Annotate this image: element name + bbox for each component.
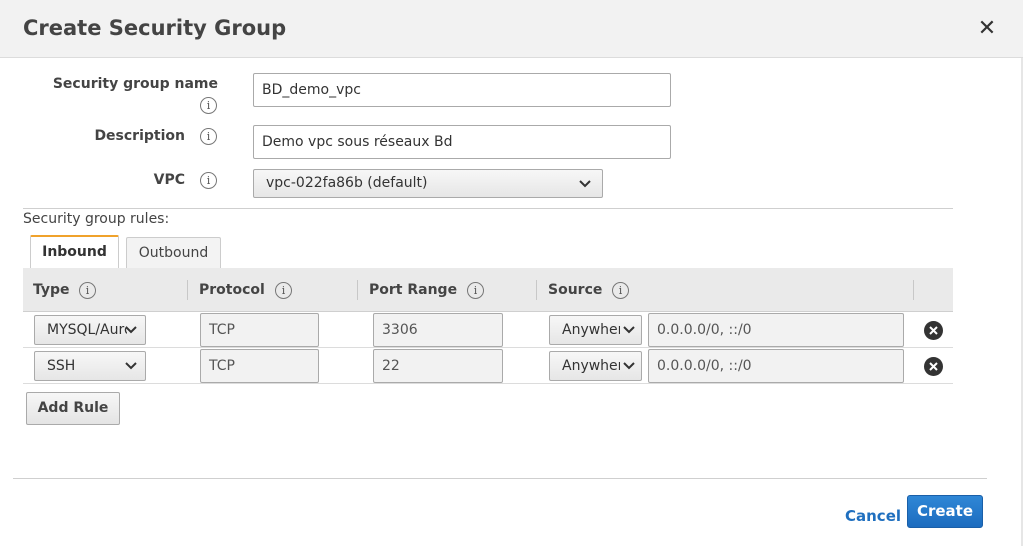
description-input[interactable]: Demo vpc sous réseaux Bd xyxy=(253,125,671,159)
rule-source-type-value: Anywhere xyxy=(562,322,620,338)
column-header-type: Type xyxy=(33,282,70,298)
vpc-select-value: vpc-022fa86b (default) xyxy=(266,175,428,191)
footer-divider xyxy=(13,478,987,479)
rule-port-range-field[interactable]: 3306 xyxy=(373,313,503,347)
chevron-down-icon xyxy=(623,362,635,370)
rules-section-label: Security group rules: xyxy=(23,211,170,227)
info-icon[interactable]: i xyxy=(200,97,217,114)
info-icon[interactable]: i xyxy=(79,282,96,299)
rule-source-field[interactable]: 0.0.0.0/0, ::/0 xyxy=(648,313,904,347)
info-icon[interactable]: i xyxy=(275,282,292,299)
remove-rule-icon[interactable] xyxy=(924,357,943,376)
rule-source-select[interactable]: Anywhere xyxy=(549,315,642,345)
info-icon[interactable]: i xyxy=(612,282,629,299)
security-group-name-input[interactable]: BD_demo_vpc xyxy=(253,73,671,107)
info-icon[interactable]: i xyxy=(467,282,484,299)
column-header-port-range: Port Range xyxy=(369,282,458,298)
info-icon[interactable]: i xyxy=(200,128,217,145)
table-row-divider xyxy=(23,347,953,348)
tab-inbound[interactable]: Inbound xyxy=(30,235,119,268)
column-separator xyxy=(187,280,188,300)
rule-source-type-value: Anywhere xyxy=(562,358,620,374)
vpc-select[interactable]: vpc-022fa86b (default) xyxy=(253,169,603,198)
rule-type-select[interactable]: SSH xyxy=(34,351,146,381)
description-label: Description xyxy=(94,128,185,144)
close-icon[interactable]: ✕ xyxy=(976,18,998,40)
rule-type-value: MYSQL/Aurora xyxy=(47,322,127,338)
column-separator xyxy=(536,280,537,300)
dialog-header: Create Security Group ✕ xyxy=(0,0,1023,58)
rule-protocol-field: TCP xyxy=(200,313,319,347)
chevron-down-icon xyxy=(579,179,591,187)
info-icon[interactable]: i xyxy=(200,172,217,189)
rules-table-header: Type i Protocol i Port Range i Source i xyxy=(23,268,953,312)
rule-protocol-field: TCP xyxy=(200,349,319,383)
rule-port-range-field: 22 xyxy=(373,349,503,383)
dialog-title: Create Security Group xyxy=(23,16,287,40)
rule-source-select[interactable]: Anywhere xyxy=(549,351,642,381)
create-button[interactable]: Create xyxy=(907,495,983,528)
column-header-protocol: Protocol xyxy=(199,282,265,298)
form-divider xyxy=(23,208,953,209)
vpc-label: VPC xyxy=(153,172,185,188)
cancel-button[interactable]: Cancel xyxy=(845,507,901,525)
chevron-down-icon xyxy=(125,326,137,334)
column-header-source: Source xyxy=(548,282,603,298)
tab-outbound[interactable]: Outbound xyxy=(126,237,221,268)
security-group-name-label: Security group name xyxy=(52,76,218,92)
chevron-down-icon xyxy=(623,326,635,334)
add-rule-button[interactable]: Add Rule xyxy=(26,392,120,425)
rule-source-field[interactable]: 0.0.0.0/0, ::/0 xyxy=(648,349,904,383)
column-separator xyxy=(357,280,358,300)
rule-type-select[interactable]: MYSQL/Aurora xyxy=(34,315,146,345)
column-separator xyxy=(913,280,914,300)
rule-type-value: SSH xyxy=(47,358,76,374)
remove-rule-icon[interactable] xyxy=(924,321,943,340)
table-row-divider xyxy=(23,383,953,384)
chevron-down-icon xyxy=(125,362,137,370)
